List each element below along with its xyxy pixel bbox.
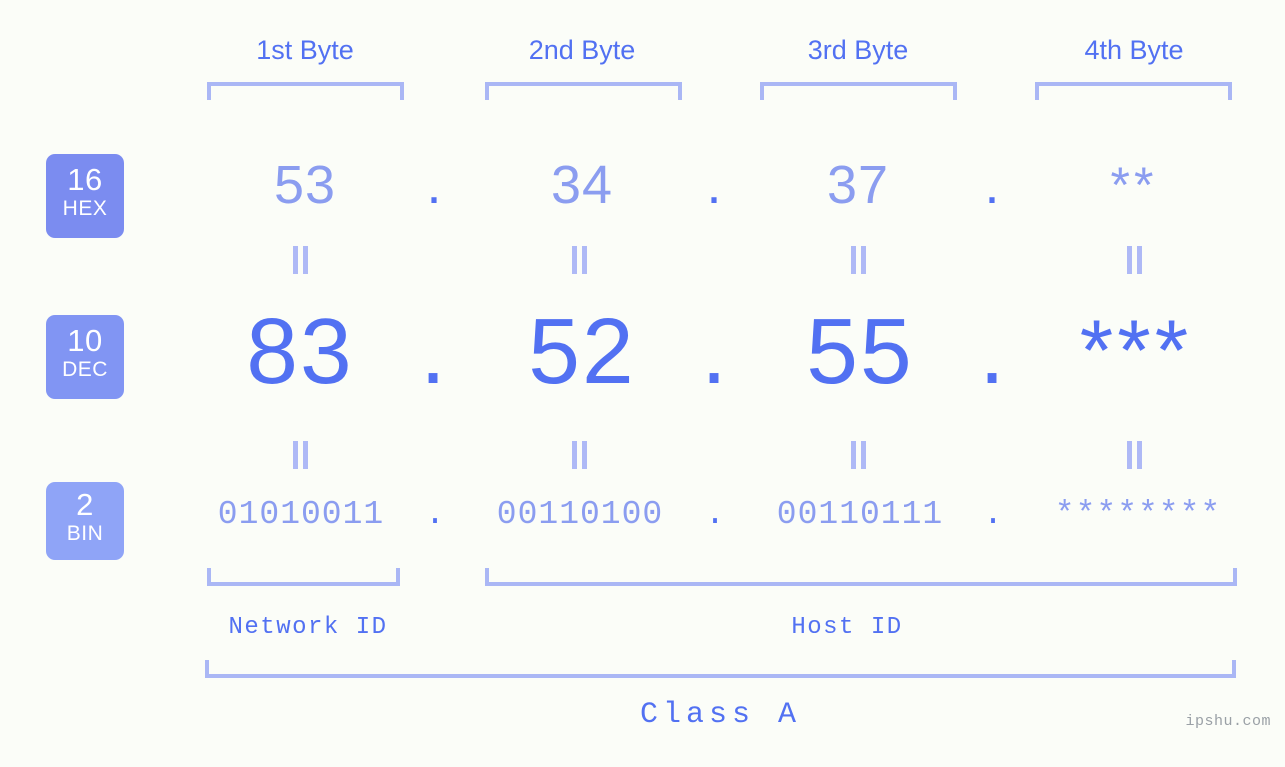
byte-bracket-3: [760, 82, 957, 100]
base-badge-bin-number: 2: [76, 487, 94, 522]
watermark: ipshu.com: [1185, 713, 1271, 730]
dec-value-byte-1: 83: [246, 299, 354, 403]
base-badge-dec-name: DEC: [62, 358, 108, 381]
equals-separator-hex-dec-2: [567, 246, 593, 274]
equals-separator-hex-dec-4: [1122, 246, 1148, 274]
base-badge-hex-name: HEX: [62, 197, 108, 220]
bin-separator-1: .: [425, 496, 445, 533]
base-badge-bin-name: BIN: [66, 522, 104, 545]
hex-value-byte-1: 53: [273, 155, 337, 215]
byte-bracket-2: [485, 82, 682, 100]
dec-value-byte-4: ***: [1079, 303, 1193, 399]
dec-separator-1: .: [420, 299, 446, 403]
byte-header-1: 1st Byte: [256, 35, 354, 65]
equals-separator-dec-bin-2: [567, 441, 593, 469]
dec-separator-2: .: [701, 299, 727, 403]
equals-separator-hex-dec-1: [288, 246, 314, 274]
host-id-bracket: [485, 568, 1237, 586]
host-id-label: Host ID: [791, 614, 903, 641]
equals-separator-dec-bin-4: [1122, 441, 1148, 469]
base-badge-bin: 2 BIN: [46, 482, 124, 560]
hex-value-byte-2: 34: [550, 155, 614, 215]
bin-value-byte-3: 00110111: [776, 496, 944, 533]
base-badge-hex-number: 16: [67, 162, 103, 197]
hex-value-byte-3: 37: [826, 155, 890, 215]
network-id-label: Network ID: [228, 614, 388, 641]
bin-separator-3: .: [983, 496, 1003, 533]
base-badge-dec: 10 DEC: [46, 315, 124, 399]
hex-value-byte-4: **: [1110, 157, 1158, 213]
dec-value-byte-3: 55: [806, 299, 914, 403]
ip-address-breakdown-diagram: 1st Byte 2nd Byte 3rd Byte 4th Byte 16 H…: [0, 0, 1285, 767]
class-label: Class A: [639, 698, 802, 732]
bin-value-byte-4: ********: [1054, 496, 1222, 533]
bin-separator-2: .: [705, 496, 725, 533]
hex-separator-1: .: [426, 155, 442, 215]
network-id-bracket: [207, 568, 400, 586]
base-badge-hex: 16 HEX: [46, 154, 124, 238]
byte-header-4: 4th Byte: [1084, 35, 1184, 65]
equals-separator-hex-dec-3: [846, 246, 872, 274]
byte-header-2: 2nd Byte: [528, 35, 636, 65]
byte-bracket-4: [1035, 82, 1232, 100]
class-bracket: [205, 660, 1236, 678]
bin-value-byte-2: 00110100: [496, 496, 664, 533]
byte-bracket-1: [207, 82, 404, 100]
equals-separator-dec-bin-3: [846, 441, 872, 469]
dec-value-byte-2: 52: [528, 299, 636, 403]
equals-separator-dec-bin-1: [288, 441, 314, 469]
bin-value-byte-1: 01010011: [217, 496, 385, 533]
byte-header-3: 3rd Byte: [807, 35, 909, 65]
base-badge-dec-number: 10: [67, 323, 103, 358]
